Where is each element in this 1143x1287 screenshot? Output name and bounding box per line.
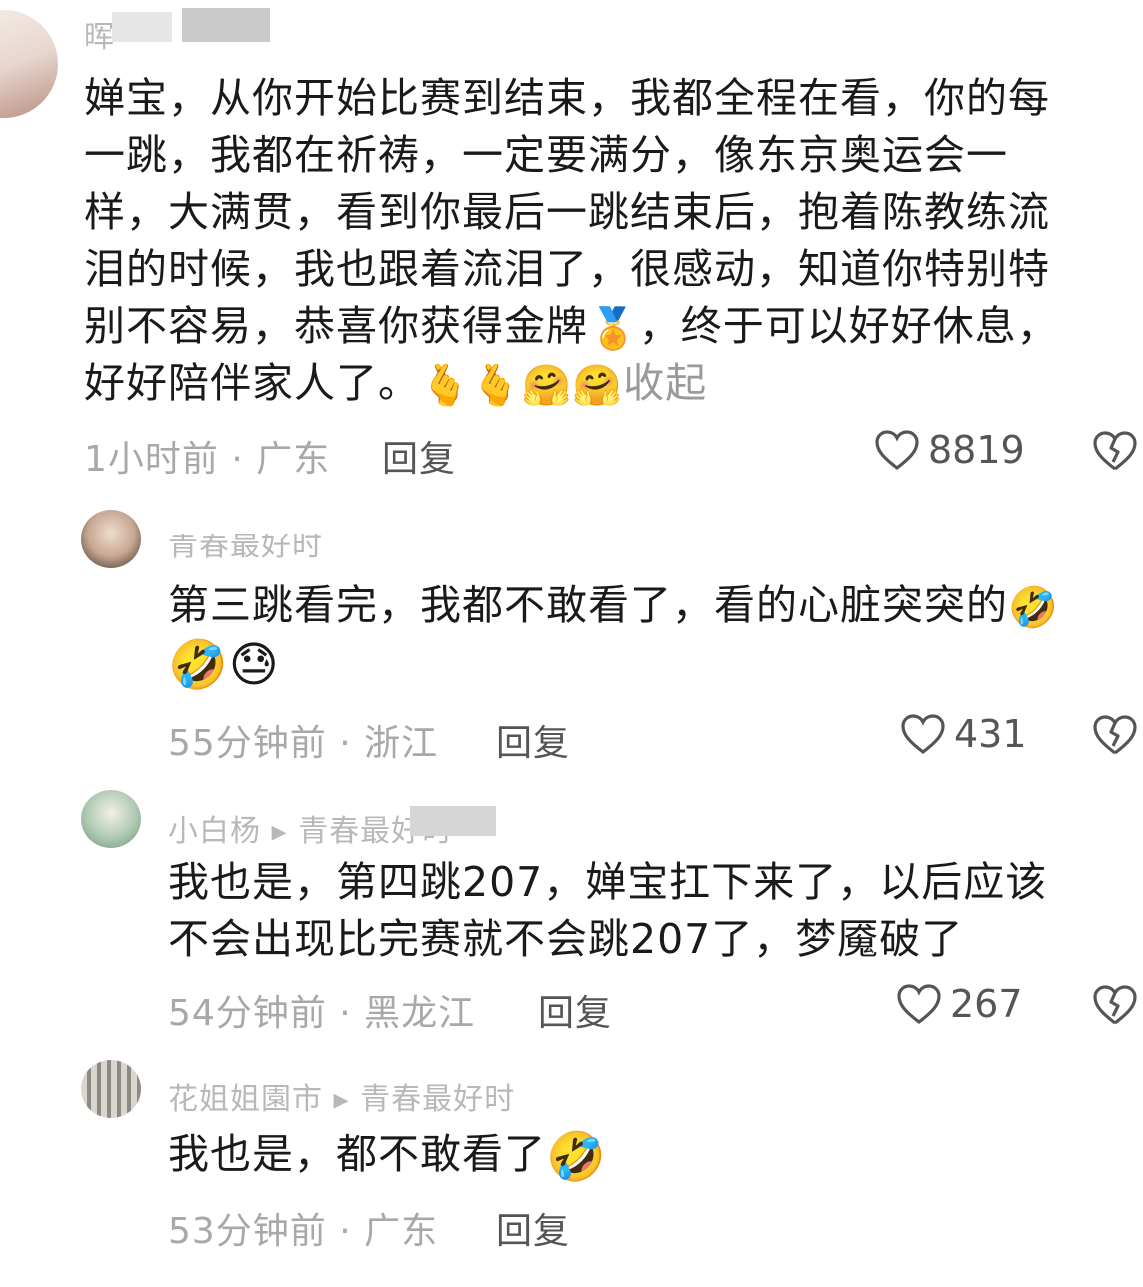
comment-line: 我也是，都不敢看了🤣: [168, 1126, 607, 1183]
time-location: 1小时前 · 广东: [84, 439, 331, 480]
heart-outline-icon: [896, 983, 942, 1025]
comment-line: 泪的时候，我也跟着流泪了，很感动，知道你特别特: [84, 245, 1050, 293]
like-count: 431: [954, 712, 1027, 756]
like-button[interactable]: 431: [900, 712, 1027, 756]
heart-outline-icon: [874, 429, 920, 471]
dislike-button[interactable]: [1092, 984, 1138, 1026]
broken-heart-icon: [1092, 714, 1138, 756]
broken-heart-icon: [1092, 430, 1138, 472]
avatar[interactable]: [81, 510, 141, 568]
collapse-link[interactable]: 收起: [623, 359, 707, 407]
heart-outline-icon: [900, 713, 946, 755]
time-location: 54分钟前 · 黑龙江: [168, 993, 476, 1034]
time-location: 55分钟前 · 浙江: [168, 723, 439, 764]
dislike-button[interactable]: [1092, 430, 1138, 472]
comment-line: 一跳，我都在祈祷，一定要满分，像东京奥运会一: [84, 131, 1008, 179]
comment-line-text: 我也是，都不敢看了: [168, 1130, 546, 1178]
laughing-emoji: 🤣: [546, 1129, 607, 1185]
comment-text[interactable]: 婵宝，从你开始比赛到结束，我都全程在看，你的每 一跳，我都在祈祷，一定要满分，像…: [84, 70, 1059, 412]
comment-line: 婵宝，从你开始比赛到结束，我都全程在看，你的每: [84, 74, 1050, 122]
avatar[interactable]: [0, 10, 58, 118]
comment-thread: 晖 婵宝，从你开始比赛到结束，我都全程在看，你的每 一跳，我都在祈祷，一定要满分…: [0, 0, 1143, 1287]
username[interactable]: 花姐姐園市 ▸ 青春最好时: [168, 1074, 515, 1118]
comment-text[interactable]: 我也是，都不敢看了🤣: [168, 1126, 607, 1183]
reply-button[interactable]: 回复: [496, 714, 570, 766]
reply-button[interactable]: 回复: [382, 430, 456, 482]
heart-hands-emojis: 🫰🫰🤗🤗: [420, 363, 624, 409]
comment-line: 不会出现比完赛就不会跳207了，梦魇破了: [168, 915, 964, 963]
comment-line-text: 别不容易，恭喜你获得金牌: [84, 302, 588, 350]
like-button[interactable]: 267: [896, 982, 1023, 1026]
laughing-emoji: 🤣: [1008, 585, 1059, 631]
comment-line-text: ，终于可以好好休息，: [638, 302, 1059, 350]
reply-button[interactable]: 回复: [496, 1202, 570, 1254]
redacted-username: [182, 8, 270, 42]
like-count: 267: [950, 982, 1023, 1026]
like-button[interactable]: 8819: [874, 428, 1025, 472]
dislike-button[interactable]: [1092, 714, 1138, 756]
broken-heart-icon: [1092, 984, 1138, 1026]
redacted-username: [112, 12, 172, 42]
avatar[interactable]: [81, 790, 141, 848]
medal-emoji: 🏅: [588, 306, 639, 352]
username[interactable]: 晖: [84, 12, 115, 56]
username[interactable]: 青春最好时: [168, 534, 323, 564]
comment-line: 🤣😓: [168, 634, 1059, 691]
avatar[interactable]: [81, 1060, 141, 1118]
comment-text[interactable]: 我也是，第四跳207，婵宝扛下来了，以后应该 不会出现比完赛就不会跳207了，梦…: [168, 854, 1047, 968]
laughing-sweat-emojis: 🤣😓: [168, 637, 280, 693]
time-location: 53分钟前 · 广东: [168, 1211, 439, 1252]
comment-line: 我也是，第四跳207，婵宝扛下来了，以后应该: [168, 858, 1048, 906]
comment-line: 样，大满贯，看到你最后一跳结束后，抱着陈教练流: [84, 188, 1050, 236]
comment-line-text: 第三跳看完，我都不敢看了，看的心脏突突的: [168, 581, 1008, 629]
redacted-username: [410, 806, 496, 836]
comment-line: 第三跳看完，我都不敢看了，看的心脏突突的🤣: [168, 577, 1059, 634]
comment-line-text: 好好陪伴家人了。: [84, 359, 420, 407]
comment-line: 别不容易，恭喜你获得金牌🏅，终于可以好好休息，: [84, 298, 1059, 355]
comment-text[interactable]: 第三跳看完，我都不敢看了，看的心脏突突的🤣 🤣😓: [168, 577, 1059, 691]
comment-line: 好好陪伴家人了。🫰🫰🤗🤗收起: [84, 355, 1059, 412]
reply-button[interactable]: 回复: [538, 984, 612, 1036]
like-count: 8819: [928, 428, 1025, 472]
